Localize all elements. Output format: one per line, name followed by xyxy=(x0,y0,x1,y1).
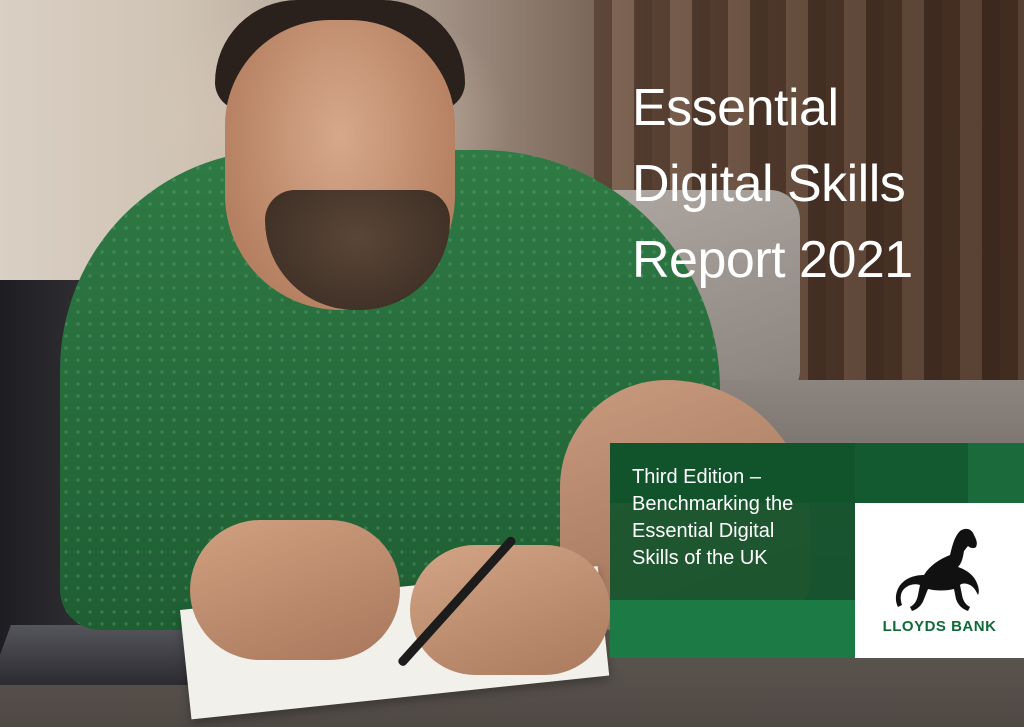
title-line-2: Digital Skills xyxy=(632,155,906,213)
report-title: Essential Digital Skills Report 2021 xyxy=(632,70,913,298)
title-line-3: Report 2021 xyxy=(632,231,913,289)
black-horse-icon xyxy=(895,528,979,611)
title-line-1: Essential xyxy=(632,79,839,137)
right-hand xyxy=(410,545,610,675)
report-cover: Essential Digital Skills Report 2021 Thi… xyxy=(0,0,1024,727)
left-hand xyxy=(190,520,400,660)
report-subtitle: Third Edition – Benchmarking the Essenti… xyxy=(632,464,793,572)
green-band-bottom xyxy=(610,600,855,658)
subtitle-line-1: Third Edition – xyxy=(632,466,761,488)
subtitle-line-3: Essential Digital xyxy=(632,520,775,542)
lloyds-bank-wordmark: LLOYDS BANK xyxy=(882,618,997,635)
subtitle-line-2: Benchmarking the xyxy=(632,493,794,515)
subtitle-line-4: Skills of the UK xyxy=(632,547,768,569)
